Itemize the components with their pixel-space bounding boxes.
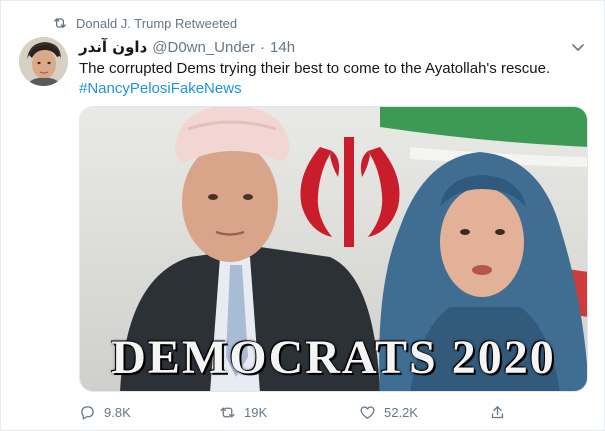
retweet-context-label[interactable]: Donald J. Trump Retweeted xyxy=(76,16,237,31)
tweet-text: The corrupted Dems trying their best to … xyxy=(79,59,589,99)
chevron-down-icon[interactable] xyxy=(570,39,586,55)
avatar[interactable] xyxy=(19,37,68,86)
tweet-media[interactable]: DEMOCRATS 2020 xyxy=(79,106,588,392)
retweet-icon xyxy=(220,407,235,417)
tweet-header: داون آندر @D0wn_Under · 14h xyxy=(79,37,295,57)
heart-icon xyxy=(360,405,375,419)
retweet-icon xyxy=(54,18,66,28)
author-display-name[interactable]: داون آندر xyxy=(79,38,147,56)
retweet-button[interactable]: 19K xyxy=(219,404,359,421)
reply-button[interactable]: 9.8K xyxy=(79,404,219,421)
retweet-count: 19K xyxy=(244,404,268,420)
retweet-context[interactable]: Donald J. Trump Retweeted xyxy=(52,14,237,32)
like-button[interactable]: 52.2K xyxy=(359,404,499,421)
tweet-card[interactable]: Donald J. Trump Retweeted داون آندر @D0w… xyxy=(0,0,605,431)
author-handle[interactable]: @D0wn_Under xyxy=(152,39,255,56)
like-count: 52.2K xyxy=(384,404,418,420)
reply-count: 9.8K xyxy=(104,404,131,420)
media-caption: DEMOCRATS 2020 xyxy=(111,331,556,384)
separator-dot: · xyxy=(260,38,266,56)
share-icon xyxy=(491,405,504,418)
hashtag-link[interactable]: #NancyPelosiFakeNews xyxy=(79,79,589,99)
tweet-actions: 9.8K 19K 52.2K xyxy=(79,401,509,423)
reply-icon xyxy=(81,405,94,420)
tweet-body: The corrupted Dems trying their best to … xyxy=(79,60,551,77)
tweet-timestamp[interactable]: 14h xyxy=(270,39,295,56)
share-button[interactable] xyxy=(489,404,506,421)
